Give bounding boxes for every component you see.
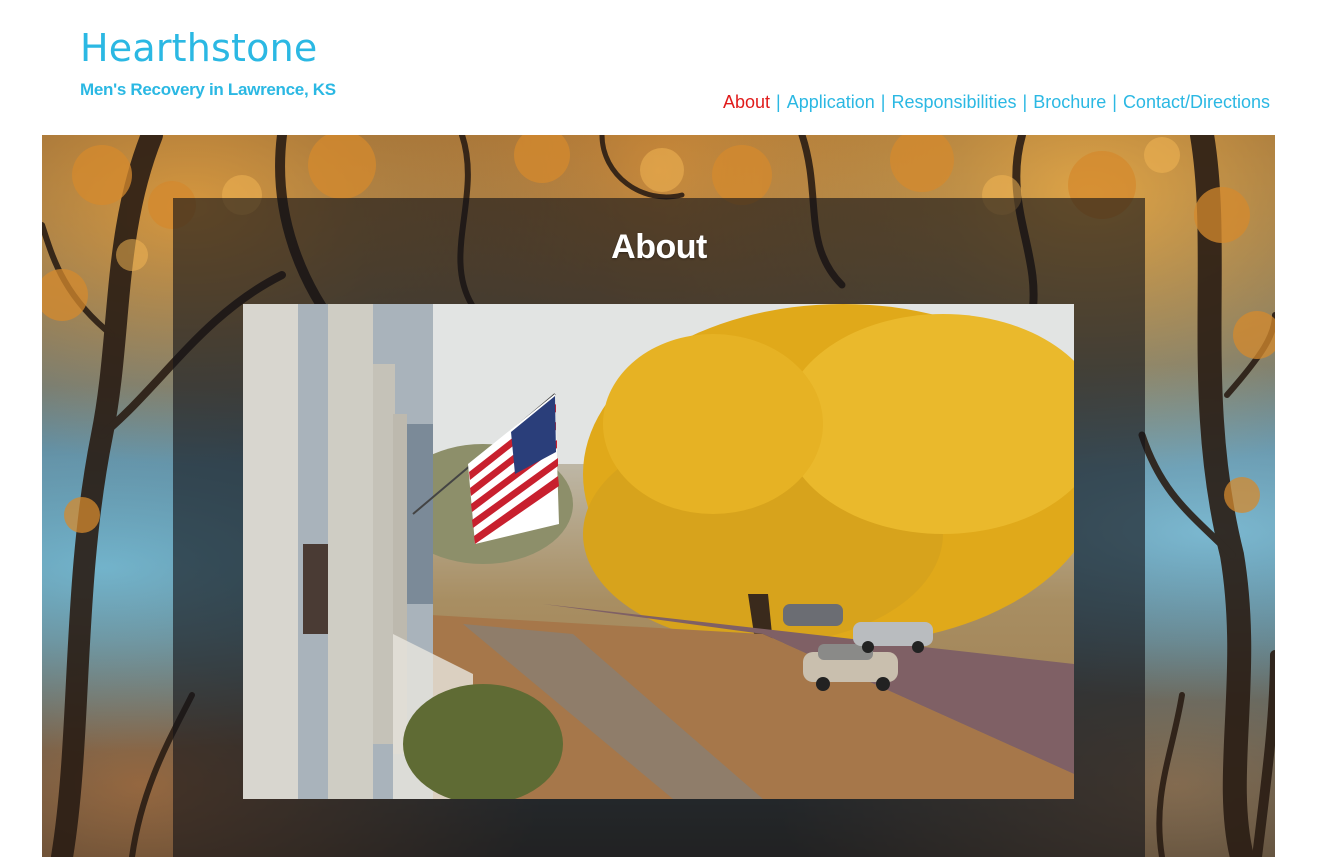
content-panel: About (173, 198, 1145, 857)
nav-separator: | (1112, 92, 1117, 112)
nav-separator: | (776, 92, 781, 112)
site-title[interactable]: Hearthstone (80, 26, 317, 70)
site-tagline: Men's Recovery in Lawrence, KS (80, 80, 336, 99)
car (783, 604, 843, 626)
site-header: Hearthstone Men's Recovery in Lawrence, … (0, 0, 1318, 135)
nav-separator: | (1022, 92, 1028, 112)
nav-item-brochure[interactable]: Brochure (1033, 92, 1106, 112)
nav-item-about[interactable]: About (723, 92, 770, 112)
hero-background: About (42, 135, 1275, 857)
nav-item-responsibilities[interactable]: Responsibilities (891, 92, 1016, 112)
featured-photo (243, 304, 1074, 799)
nav-item-contact-directions[interactable]: Contact/Directions (1123, 92, 1270, 112)
nav-item-application[interactable]: Application (787, 92, 875, 112)
page-title: About (611, 228, 707, 266)
porch-flag-autumn-street-photo (243, 304, 1074, 799)
nav-separator: | (880, 92, 886, 112)
main-nav: About | Application | Responsibilities | Broch… (723, 92, 1270, 113)
